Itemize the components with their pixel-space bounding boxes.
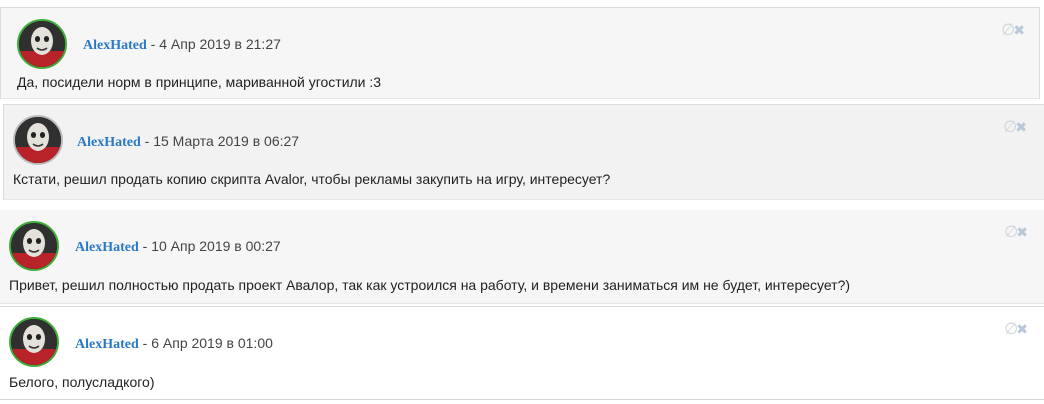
message-text: Кстати, решил продать копию скрипта Aval…: [13, 171, 611, 187]
avatar-image: [11, 319, 57, 365]
avatar[interactable]: [13, 115, 63, 165]
delete-icon[interactable]: ✖: [1016, 224, 1028, 240]
header-separator: -: [144, 133, 150, 149]
delete-icon[interactable]: ✖: [1013, 22, 1025, 38]
message-tools: ∅✖: [1003, 117, 1027, 137]
message-text: Да, посидели норм в принципе, мариванной…: [17, 74, 382, 90]
header-separator: -: [142, 238, 148, 254]
message-header: AlexHated - 10 Апр 2019 в 00:27: [75, 238, 281, 256]
message-header: AlexHated - 4 Апр 2019 в 21:27: [83, 36, 281, 54]
avatar[interactable]: [9, 221, 59, 271]
message-date: 6 Апр 2019 в 01:00: [151, 335, 273, 351]
message-date: 10 Апр 2019 в 00:27: [151, 238, 281, 254]
author-link[interactable]: AlexHated: [75, 337, 139, 352]
avatar-image: [19, 21, 65, 67]
message-header: AlexHated - 15 Марта 2019 в 06:27: [77, 133, 299, 151]
delete-icon[interactable]: ✖: [1016, 321, 1028, 337]
message-text: Белого, полусладкого): [9, 374, 155, 390]
message-header: AlexHated - 6 Апр 2019 в 01:00: [75, 335, 273, 353]
message-date: 4 Апр 2019 в 21:27: [159, 36, 281, 52]
message-item: AlexHated - 6 Апр 2019 в 01:00 Белого, п…: [0, 306, 1044, 400]
author-link[interactable]: AlexHated: [75, 240, 139, 255]
message-text: Привет, решил полностью продать проект А…: [9, 277, 851, 293]
avatar-image: [15, 117, 61, 163]
message-item: AlexHated - 15 Марта 2019 в 06:27 Кстати…: [3, 104, 1044, 200]
message-date: 15 Марта 2019 в 06:27: [153, 133, 300, 149]
author-link[interactable]: AlexHated: [83, 38, 147, 53]
delete-icon[interactable]: ✖: [1015, 119, 1027, 135]
header-separator: -: [150, 36, 156, 52]
avatar-image: [11, 223, 57, 269]
author-link[interactable]: AlexHated: [77, 135, 141, 150]
message-tools: ∅✖: [1004, 222, 1028, 242]
message-tools: ∅✖: [1004, 319, 1028, 339]
avatar[interactable]: [17, 19, 67, 69]
header-separator: -: [142, 335, 148, 351]
avatar[interactable]: [9, 317, 59, 367]
message-item: AlexHated - 10 Апр 2019 в 00:27 Привет, …: [0, 210, 1044, 304]
message-item: AlexHated - 4 Апр 2019 в 21:27 Да, посид…: [0, 7, 1040, 99]
message-tools: ∅✖: [1001, 20, 1025, 40]
